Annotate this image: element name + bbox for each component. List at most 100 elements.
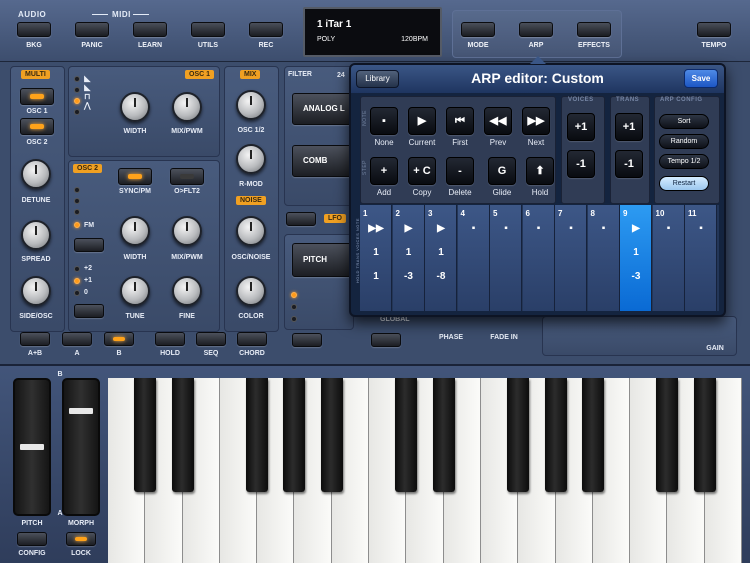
sync-button[interactable] bbox=[118, 168, 152, 185]
mixpwm1-knob[interactable] bbox=[172, 92, 202, 122]
osc2-extra-button[interactable] bbox=[74, 238, 104, 252]
arp-step[interactable]: 3 ▶ 1 -8 bbox=[425, 205, 457, 311]
voices-down-button[interactable]: -1 bbox=[567, 150, 595, 178]
trans-up-button[interactable]: +1 bbox=[615, 113, 643, 141]
octave-plus2-radio[interactable] bbox=[74, 266, 80, 272]
arp-step[interactable]: 1 ▶▶ 1 1 bbox=[360, 205, 392, 311]
chord-button[interactable] bbox=[237, 332, 267, 346]
wave-square-radio[interactable] bbox=[74, 98, 80, 104]
step-hold-button[interactable]: ⬆ bbox=[526, 157, 554, 185]
osc2-wave-saw2[interactable] bbox=[74, 198, 80, 204]
trans-down-button[interactable]: -1 bbox=[615, 150, 643, 178]
voices-up-button[interactable]: +1 bbox=[567, 113, 595, 141]
spread-knob[interactable] bbox=[21, 220, 51, 250]
morph-wheel[interactable] bbox=[62, 378, 100, 516]
osc-noise-knob[interactable] bbox=[236, 216, 266, 246]
osc2-wave-saw[interactable] bbox=[74, 187, 80, 193]
arp-step[interactable]: 5 ▪ bbox=[490, 205, 522, 311]
black-key[interactable] bbox=[395, 378, 418, 492]
step-glide-button[interactable]: G bbox=[488, 157, 516, 185]
black-key[interactable] bbox=[656, 378, 679, 492]
ab-button[interactable] bbox=[20, 332, 50, 346]
wave-saw-radio[interactable] bbox=[74, 76, 80, 82]
arp-button[interactable] bbox=[519, 22, 553, 37]
mixpwm2-knob[interactable] bbox=[172, 216, 202, 246]
note-prev-button[interactable]: ◀◀ bbox=[484, 107, 512, 135]
rmod-knob[interactable] bbox=[236, 144, 266, 174]
step-copy-button[interactable]: + C bbox=[408, 157, 436, 185]
note-next-button[interactable]: ▶▶ bbox=[522, 107, 550, 135]
effects-button[interactable] bbox=[577, 22, 611, 37]
black-key[interactable] bbox=[320, 378, 343, 492]
config-button[interactable] bbox=[17, 532, 47, 546]
tune-knob[interactable] bbox=[120, 276, 150, 306]
save-button[interactable]: Save bbox=[684, 69, 718, 88]
step-delete-button[interactable]: - bbox=[446, 157, 474, 185]
note-none-button[interactable]: ▪ bbox=[370, 107, 398, 135]
black-key[interactable] bbox=[171, 378, 194, 492]
arp-step[interactable]: 8 ▪ bbox=[587, 205, 620, 311]
lock-button[interactable] bbox=[66, 532, 96, 546]
arp-step[interactable]: 11 ▪ bbox=[685, 205, 717, 311]
arp-step[interactable]: 10 ▪ bbox=[652, 205, 685, 311]
black-key[interactable] bbox=[432, 378, 455, 492]
lfo-wave-sine[interactable] bbox=[291, 292, 297, 298]
black-key[interactable] bbox=[283, 378, 306, 492]
lfo-target-button[interactable]: PITCH bbox=[292, 243, 354, 277]
sort-button[interactable]: Sort bbox=[659, 114, 709, 129]
black-key[interactable] bbox=[134, 378, 157, 492]
osc2-wave-fm[interactable] bbox=[74, 222, 80, 228]
osc12-knob[interactable] bbox=[236, 90, 266, 120]
seq-button[interactable] bbox=[196, 332, 226, 346]
wave-saw2-radio[interactable] bbox=[74, 87, 80, 93]
wave-triangle-radio[interactable] bbox=[74, 109, 80, 115]
osc2-toggle[interactable] bbox=[20, 118, 54, 135]
step-add-button[interactable]: + bbox=[370, 157, 398, 185]
lfo-wave-random[interactable] bbox=[291, 316, 297, 322]
arp-step[interactable]: 6 ▪ bbox=[522, 205, 555, 311]
pitch-wheel[interactable] bbox=[13, 378, 51, 516]
comb-button[interactable]: COMB bbox=[292, 145, 354, 177]
fine-knob[interactable] bbox=[172, 276, 202, 306]
detune-knob[interactable] bbox=[21, 159, 51, 189]
black-key[interactable] bbox=[693, 378, 716, 492]
mode-button[interactable] bbox=[461, 22, 495, 37]
restart-button[interactable]: Restart bbox=[659, 176, 709, 191]
oflt2-button[interactable] bbox=[170, 168, 204, 185]
tempo-button[interactable] bbox=[697, 22, 731, 37]
b-button[interactable] bbox=[104, 332, 134, 346]
width1-knob[interactable] bbox=[120, 92, 150, 122]
lfo-sync-button[interactable] bbox=[292, 333, 322, 347]
patch-display[interactable]: 1 iTar 1 POLY 120BPM bbox=[303, 7, 442, 57]
color-knob[interactable] bbox=[236, 276, 266, 306]
panic-button[interactable] bbox=[75, 22, 109, 37]
learn-button[interactable] bbox=[133, 22, 167, 37]
hold-button[interactable] bbox=[155, 332, 185, 346]
lfo-wave-square[interactable] bbox=[291, 304, 297, 310]
black-key[interactable] bbox=[544, 378, 567, 492]
osc2-wave-square[interactable] bbox=[74, 209, 80, 215]
note-current-button[interactable]: ▶ bbox=[408, 107, 436, 135]
octave-plus1-radio[interactable] bbox=[74, 278, 80, 284]
black-key[interactable] bbox=[507, 378, 530, 492]
lfo-toggle[interactable] bbox=[286, 212, 316, 226]
arp-step[interactable]: 9 ▶ 1 -3 bbox=[620, 205, 652, 311]
a-button[interactable] bbox=[62, 332, 92, 346]
bkg-button[interactable] bbox=[17, 22, 51, 37]
utils-button[interactable] bbox=[191, 22, 225, 37]
osc2-key-button[interactable] bbox=[74, 304, 104, 318]
rec-button[interactable] bbox=[249, 22, 283, 37]
black-key[interactable] bbox=[581, 378, 604, 492]
piano-keyboard[interactable] bbox=[108, 378, 742, 563]
random-button[interactable]: Random bbox=[659, 134, 709, 149]
black-key[interactable] bbox=[246, 378, 269, 492]
arp-step[interactable]: 4 ▪ bbox=[457, 205, 490, 311]
note-first-button[interactable]: ⏮ bbox=[446, 107, 474, 135]
tempo-half-button[interactable]: Tempo 1/2 bbox=[659, 154, 709, 169]
global-button[interactable] bbox=[371, 333, 401, 347]
width2-knob[interactable] bbox=[120, 216, 150, 246]
arp-step[interactable]: 7 ▪ bbox=[555, 205, 587, 311]
filter-type-button[interactable]: ANALOG L bbox=[292, 93, 354, 125]
side-osc-knob[interactable] bbox=[21, 276, 51, 306]
arp-step[interactable]: 2 ▶ 1 -3 bbox=[392, 205, 425, 311]
